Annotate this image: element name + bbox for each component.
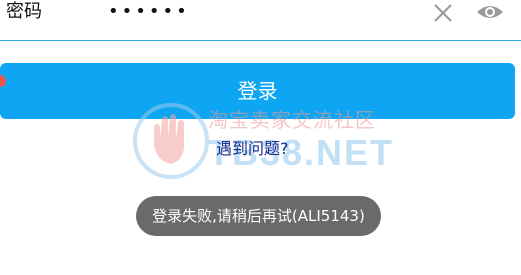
app-icon-edge bbox=[0, 72, 6, 90]
login-button[interactable]: 登录 bbox=[0, 63, 515, 119]
trouble-link[interactable]: 遇到问题? bbox=[216, 138, 289, 160]
password-input[interactable]: •••••• bbox=[108, 0, 190, 24]
close-icon[interactable] bbox=[432, 2, 454, 24]
password-row: 密码 •••••• bbox=[0, 0, 521, 41]
error-toast: 登录失败,请稍后再试(ALI5143) bbox=[136, 196, 381, 236]
password-label: 密码 bbox=[6, 1, 42, 22]
login-screen: 密码 •••••• 登录 淘宝卖家交流社区 TB38.NET 遇到问题? 登录失… bbox=[0, 0, 521, 275]
eye-icon[interactable] bbox=[475, 1, 505, 23]
